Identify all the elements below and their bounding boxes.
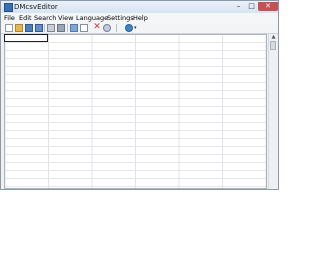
new-file-icon[interactable] bbox=[5, 24, 13, 32]
save-icon[interactable] bbox=[25, 24, 33, 32]
minimize-button[interactable]: – bbox=[232, 2, 245, 11]
print-icon[interactable] bbox=[47, 24, 55, 32]
find-icon[interactable] bbox=[103, 24, 111, 32]
dropdown-arrow-icon[interactable]: ▾ bbox=[134, 26, 137, 31]
menu-search[interactable]: Search bbox=[34, 14, 56, 22]
delete-icon[interactable]: ✕ bbox=[93, 23, 101, 32]
active-cell[interactable] bbox=[4, 34, 48, 42]
menu-file[interactable]: File bbox=[4, 14, 15, 22]
menu-help[interactable]: Help bbox=[133, 14, 148, 22]
language-globe-icon[interactable] bbox=[125, 24, 133, 32]
csv-grid[interactable] bbox=[4, 34, 267, 189]
toolbar-separator bbox=[116, 24, 117, 32]
app-window: DMcsvEditor – □ ✕ File Edit Search View … bbox=[0, 0, 279, 190]
open-folder-icon[interactable] bbox=[15, 24, 23, 32]
copy-icon[interactable] bbox=[80, 24, 88, 32]
scroll-up-icon[interactable]: ▲ bbox=[269, 34, 278, 41]
menu-settings[interactable]: Settings bbox=[107, 14, 134, 22]
save-all-icon[interactable] bbox=[35, 24, 43, 32]
window-title: DMcsvEditor bbox=[14, 3, 58, 11]
menu-edit[interactable]: Edit bbox=[19, 14, 32, 22]
toolbar: ✕ ▾ bbox=[1, 23, 278, 34]
toolbar-separator bbox=[67, 24, 68, 32]
close-button[interactable]: ✕ bbox=[258, 2, 278, 11]
app-icon bbox=[4, 3, 13, 12]
vertical-scrollbar[interactable]: ▲ bbox=[268, 34, 278, 189]
filter-icon[interactable] bbox=[57, 24, 65, 32]
menu-view[interactable]: View bbox=[58, 14, 73, 22]
maximize-button[interactable]: □ bbox=[245, 2, 258, 11]
edit-icon[interactable] bbox=[70, 24, 78, 32]
scroll-thumb[interactable] bbox=[270, 41, 276, 50]
title-bar[interactable]: DMcsvEditor – □ ✕ bbox=[1, 1, 278, 13]
menu-language[interactable]: Language bbox=[76, 14, 108, 22]
toolbar-separator bbox=[44, 24, 45, 32]
menu-bar: File Edit Search View Language Settings … bbox=[1, 13, 278, 23]
